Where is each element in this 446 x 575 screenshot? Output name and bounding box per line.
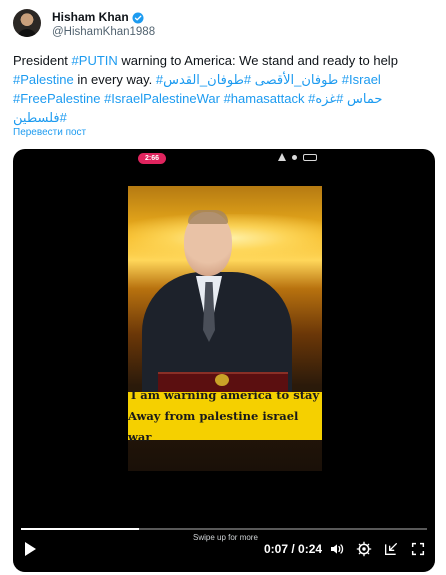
status-time: 2:66 <box>138 153 166 164</box>
tweet-text: President #PUTIN warning to America: We … <box>13 51 423 127</box>
status-icons <box>278 153 317 161</box>
video-controls: Swipe up for more 0:07 / 0:24 <box>13 524 435 572</box>
wifi-icon <box>292 154 297 160</box>
author-handle[interactable]: @HishamKhan1988 <box>52 26 155 38</box>
hashtag-link[interactable]: #فلسطين <box>13 110 67 125</box>
author-name-row: Hisham Khan <box>52 10 144 24</box>
play-icon[interactable] <box>25 542 36 556</box>
hashtag-link[interactable]: #غزه <box>315 91 343 106</box>
verified-badge-icon <box>132 11 144 24</box>
hashtag-link[interactable]: #FreePalestine <box>13 91 100 106</box>
volume-icon[interactable] <box>329 541 345 557</box>
fullscreen-icon[interactable] <box>410 541 426 557</box>
caption-line-1: I am warning america to stay <box>130 387 320 402</box>
avatar[interactable] <box>13 9 41 37</box>
caption-line-2: Away from palestine israel war <box>128 408 299 444</box>
swipe-hint: Swipe up for more <box>193 533 258 542</box>
progress-fill <box>21 528 139 530</box>
hashtag-link[interactable]: #طوفان_القدس <box>163 72 251 87</box>
airplane-icon <box>278 153 286 161</box>
tweet-header: Hisham Khan @HishamKhan1988 <box>13 8 433 42</box>
tweet-text-segment: President <box>13 53 72 68</box>
settings-icon[interactable] <box>356 541 372 557</box>
hashtag-link[interactable]: #Palestine <box>13 72 74 87</box>
author-name[interactable]: Hisham Khan <box>52 10 129 24</box>
time-display: 0:07 / 0:24 <box>264 542 323 556</box>
progress-bar[interactable] <box>21 528 427 530</box>
video-frame: I am warning america to stay Away from p… <box>128 186 322 471</box>
hashtag-link[interactable]: #PUTIN <box>72 53 118 68</box>
hashtag-link[interactable]: #IsraelPalestineWar <box>104 91 220 106</box>
phone-status-bar: 2:66 <box>13 149 435 169</box>
video-caption: I am warning america to stay Away from p… <box>128 388 322 444</box>
exit-pip-icon[interactable] <box>383 541 399 557</box>
tweet-text-segment: warning to America: We stand and ready t… <box>117 53 398 68</box>
tweet-text-segment: in every way. <box>73 72 156 87</box>
translate-link[interactable]: Перевести пост <box>13 127 86 138</box>
battery-icon <box>303 153 317 161</box>
hashtag-link[interactable]: #hamasattack <box>224 91 305 106</box>
hashtag-link[interactable]: #Israel <box>342 72 381 87</box>
speaker-hair <box>188 210 228 224</box>
video-player[interactable]: 2:66 I am warning america to stay Away f… <box>13 149 435 572</box>
